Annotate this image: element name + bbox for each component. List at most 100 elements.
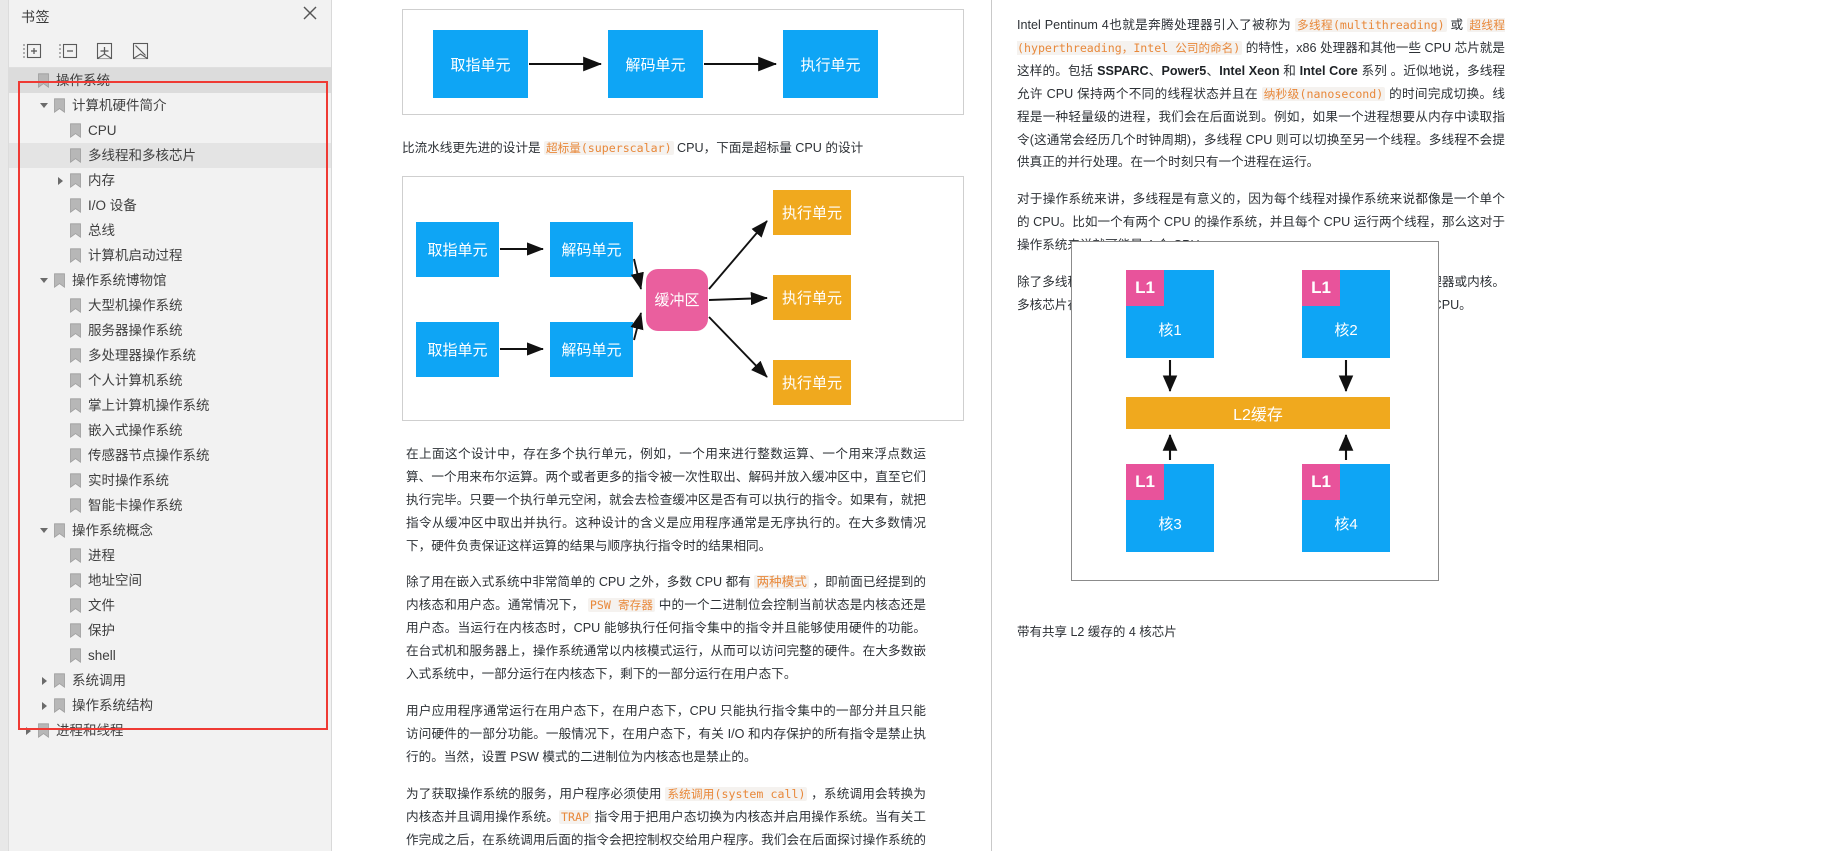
bookmark-item-25[interactable]: 操作系统结构 — [9, 693, 331, 718]
bookmark-icon — [69, 448, 82, 463]
right-paragraph-0: Intel Pentinum 4也就是奔腾处理器引入了被称为 多线程(multi… — [1017, 14, 1505, 174]
bookmark-icon — [69, 623, 82, 638]
bookmark-icon — [69, 548, 82, 563]
bookmark-item-2[interactable]: CPU — [9, 118, 331, 143]
text-run: 为了获取操作系统的服务，用户程序必须使用 — [406, 786, 666, 801]
bookmark-item-18[interactable]: 操作系统概念 — [9, 518, 331, 543]
bookmark-item-label: 多处理器操作系统 — [88, 347, 196, 363]
text-run: 在上面这个设计中，存在多个执行单元，例如，一个用来进行整数运算、一个用来浮点数运… — [406, 446, 926, 553]
chevron-collapsed-icon[interactable] — [55, 175, 67, 187]
add-bookmark-icon[interactable] — [93, 40, 115, 62]
bookmark-item-22[interactable]: 保护 — [9, 618, 331, 643]
bookmark-item-label: 文件 — [88, 597, 115, 613]
superscalar-caption: 比流水线更先进的设计是 超标量(superscalar) CPU，下面是超标量 … — [402, 137, 922, 160]
bookmark-item-label: 传感器节点操作系统 — [88, 447, 210, 463]
bookmark-item-label: 内存 — [88, 172, 115, 188]
multicore-chip-caption: 带有共享 L2 缓存的 4 核芯片 — [1017, 625, 1177, 639]
bookmark-item-20[interactable]: 地址空间 — [9, 568, 331, 593]
bookmark-item-13[interactable]: 掌上计算机操作系统 — [9, 393, 331, 418]
chevron-collapsed-icon[interactable] — [23, 725, 35, 737]
bookmark-item-label: 大型机操作系统 — [88, 297, 183, 313]
bookmark-item-label: 实时操作系统 — [88, 472, 169, 488]
bookmark-item-label: 操作系统 — [56, 72, 110, 88]
collapse-all-icon[interactable] — [57, 40, 79, 62]
bookmark-item-label: 计算机启动过程 — [88, 247, 183, 263]
bookmark-item-label: 智能卡操作系统 — [88, 497, 183, 513]
bookmark-item-15[interactable]: 传感器节点操作系统 — [9, 443, 331, 468]
text-run: 、 — [1206, 63, 1220, 78]
bookmark-item-21[interactable]: 文件 — [9, 593, 331, 618]
panel-title: 书签 — [21, 9, 50, 25]
superscalar-exec-2: 执行单元 — [773, 274, 851, 320]
bookmark-item-9[interactable]: 大型机操作系统 — [9, 293, 331, 318]
bookmark-tree[interactable]: 操作系统计算机硬件简介 CPU 多线程和多核芯片内存 I/O 设备 总线计算机启动过程操… — [9, 68, 331, 851]
bookmark-item-23[interactable]: shell — [9, 643, 331, 668]
bookmark-item-7[interactable]: 计算机启动过程 — [9, 243, 331, 268]
bookmark-icon — [69, 498, 82, 513]
bookmark-panel: 书签 操作系统 计算机硬件简介 CPU 多线程和多核芯片 内存 I/O 设备 总… — [0, 0, 332, 851]
highlight-run: SSPARC — [1097, 63, 1149, 78]
content-column-left: 取指单元 解码单元 执行单元 比流水线更先进的设计是 超标量(superscal… — [332, 0, 992, 851]
bookmark-item-label: 操作系统结构 — [72, 697, 153, 713]
center-paragraph-list: 在上面这个设计中，存在多个执行单元，例如，一个用来进行整数运算、一个用来浮点数运… — [406, 443, 926, 851]
bookmark-item-14[interactable]: 嵌入式操作系统 — [9, 418, 331, 443]
chevron-expanded-icon[interactable] — [39, 275, 51, 287]
highlight-run: 两种模式 — [754, 575, 809, 590]
bookmark-item-16[interactable]: 实时操作系统 — [9, 468, 331, 493]
bookmark-icon — [53, 523, 66, 538]
chevron-expanded-icon[interactable] — [39, 100, 51, 112]
bookmark-icon — [53, 673, 66, 688]
core-4-l1-cache: L1 — [1302, 464, 1340, 500]
bookmark-item-10[interactable]: 服务器操作系统 — [9, 318, 331, 343]
chevron-expanded-icon[interactable] — [39, 525, 51, 537]
remove-bookmark-icon[interactable] — [129, 40, 151, 62]
highlight-run: Power5 — [1161, 63, 1207, 78]
bookmark-item-24[interactable]: 系统调用 — [9, 668, 331, 693]
bookmark-item-5[interactable]: I/O 设备 — [9, 193, 331, 218]
bookmark-item-4[interactable]: 内存 — [9, 168, 331, 193]
bookmark-icon — [69, 323, 82, 338]
bookmark-item-26[interactable]: 进程和线程 — [9, 718, 331, 743]
text-run: 和 — [1279, 63, 1300, 78]
bookmark-icon — [69, 348, 82, 363]
bookmark-item-6[interactable]: 总线 — [9, 218, 331, 243]
bookmark-item-3[interactable]: 多线程和多核芯片 — [9, 143, 331, 168]
bookmark-item-12[interactable]: 个人计算机系统 — [9, 368, 331, 393]
multicore-chip-diagram: 核1 L1 核2 L1 L2缓存 核3 L1 核4 L1 — [1071, 241, 1439, 581]
bookmark-item-1[interactable]: 计算机硬件简介 — [9, 93, 331, 118]
bookmark-icon — [69, 473, 82, 488]
bookmark-item-label: 保护 — [88, 622, 115, 638]
bookmark-item-8[interactable]: 操作系统博物馆 — [9, 268, 331, 293]
chevron-collapsed-icon[interactable] — [39, 700, 51, 712]
superscalar-fetch-2: 取指单元 — [416, 321, 499, 377]
bookmark-item-label: 总线 — [88, 222, 115, 238]
close-icon[interactable] — [301, 4, 319, 22]
bookmark-icon — [69, 423, 82, 438]
bookmark-item-label: I/O 设备 — [88, 197, 137, 213]
panel-left-gutter — [0, 0, 9, 851]
panel-toolbar — [9, 34, 331, 68]
bookmark-item-17[interactable]: 智能卡操作系统 — [9, 493, 331, 518]
text-run: 、 — [1148, 63, 1162, 78]
bookmark-item-19[interactable]: 进程 — [9, 543, 331, 568]
center-paragraph-3: 为了获取操作系统的服务，用户程序必须使用 系统调用(system call) ，… — [406, 783, 926, 851]
bookmark-item-0[interactable]: 操作系统 — [9, 68, 331, 93]
bookmark-icon — [69, 173, 82, 188]
chevron-collapsed-icon[interactable] — [39, 675, 51, 687]
expand-all-icon[interactable] — [21, 40, 43, 62]
l2-cache-box: L2缓存 — [1126, 397, 1390, 429]
bookmark-item-11[interactable]: 多处理器操作系统 — [9, 343, 331, 368]
superscalar-fetch-1: 取指单元 — [416, 221, 499, 277]
pipeline-node-decode: 解码单元 — [608, 30, 703, 98]
